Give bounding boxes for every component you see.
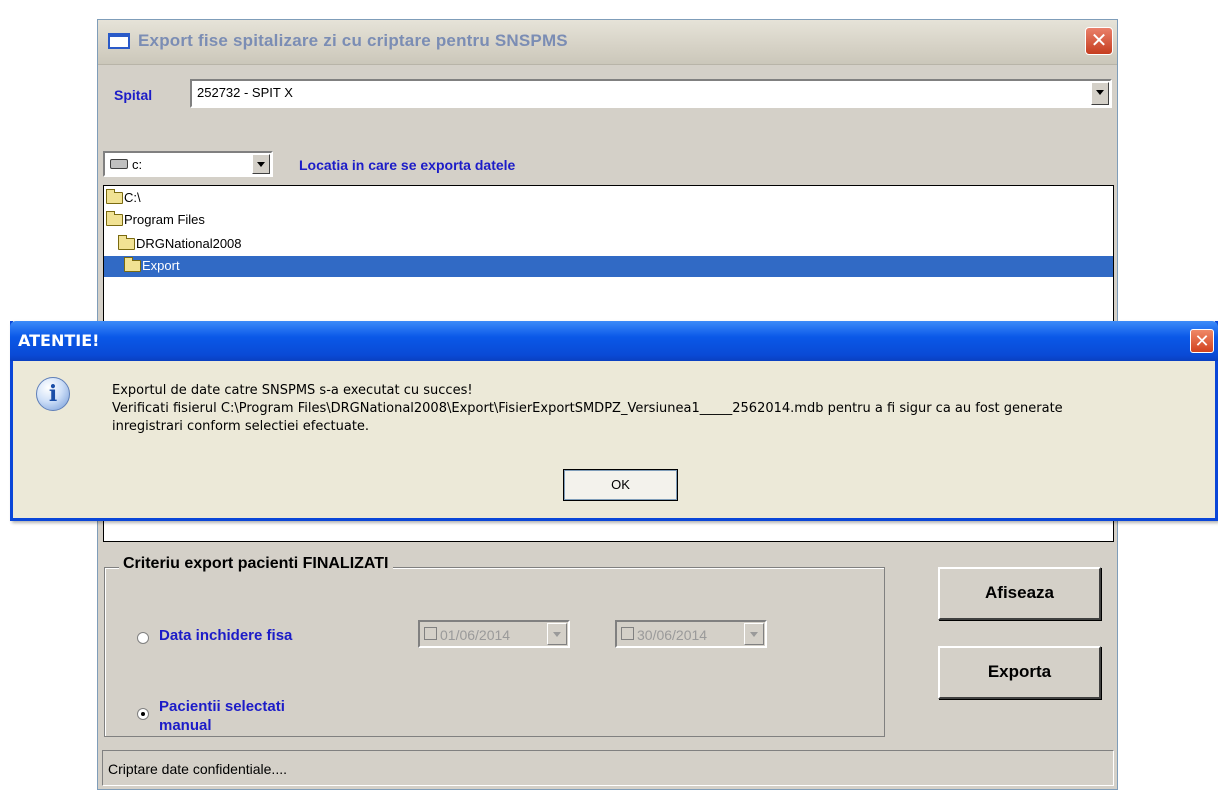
open-folder-icon: [106, 211, 123, 226]
ok-button[interactable]: OK: [563, 469, 678, 501]
date-to-checkbox[interactable]: [621, 627, 634, 640]
info-icon: i: [36, 377, 70, 411]
window-title: Export fise spitalizare zi cu criptare p…: [138, 31, 568, 50]
chevron-down-icon[interactable]: [744, 623, 764, 645]
radio-manual-selection[interactable]: [137, 708, 149, 720]
date-to-value: 30/06/2014: [637, 627, 708, 643]
radio-close-date-label[interactable]: Data inchidere fisa: [159, 627, 292, 644]
date-from-picker[interactable]: 01/06/2014: [418, 620, 570, 648]
dialog-message-line3: inregistrari conform selectiei efectuate…: [112, 419, 370, 434]
dialog-titlebar[interactable]: ATENTIE! ✕: [10, 321, 1218, 361]
radio-manual-label-line1[interactable]: Pacientii selectati: [159, 698, 285, 715]
hospital-label: Spital: [114, 87, 153, 103]
export-location-label: Locatia in care se exporta datele: [299, 157, 516, 173]
main-titlebar[interactable]: Export fise spitalizare zi cu criptare p…: [98, 20, 1117, 65]
open-folder-icon: [124, 257, 141, 272]
drive-select[interactable]: c:: [103, 151, 273, 177]
status-bar: Criptare date confidentiale....: [102, 750, 1114, 786]
drive-select-value: c:: [132, 157, 143, 172]
folder-item-selected[interactable]: Export: [104, 256, 1113, 277]
dialog-message-line1: Exportul de date catre SNSPMS s-a execut…: [112, 383, 473, 398]
date-from-checkbox[interactable]: [424, 627, 437, 640]
criteria-group: Criteriu export pacienti FINALIZATI Data…: [104, 555, 885, 737]
folder-item[interactable]: DRGNational2008: [104, 234, 1113, 255]
dialog-title: ATENTIE!: [18, 331, 100, 350]
chevron-down-icon[interactable]: [252, 154, 270, 174]
folder-item[interactable]: Program Files: [104, 210, 1113, 231]
date-to-picker[interactable]: 30/06/2014: [615, 620, 767, 648]
drive-icon: [110, 159, 128, 169]
dialog-message-line2: Verificati fisierul C:\Program Files\DRG…: [112, 401, 1063, 416]
folder-label: Program Files: [124, 212, 205, 227]
show-button[interactable]: Afiseaza: [938, 567, 1101, 620]
main-close-button[interactable]: ✕: [1085, 27, 1113, 55]
chevron-down-icon[interactable]: [1091, 82, 1109, 105]
dialog-close-button[interactable]: ✕: [1190, 329, 1214, 353]
radio-manual-label-line2[interactable]: manual: [159, 717, 212, 734]
criteria-group-title: Criteriu export pacienti FINALIZATI: [119, 555, 393, 573]
folder-label: C:\: [124, 190, 141, 205]
folder-item[interactable]: C:\: [104, 188, 1113, 209]
hospital-select[interactable]: 252732 - SPIT X: [190, 79, 1112, 108]
folder-label: Export: [142, 258, 180, 273]
window-icon: [108, 33, 130, 49]
hospital-select-value: 252732 - SPIT X: [197, 85, 293, 100]
chevron-down-icon[interactable]: [547, 623, 567, 645]
folder-label: DRGNational2008: [136, 236, 242, 251]
date-from-value: 01/06/2014: [440, 627, 511, 643]
open-folder-icon: [118, 235, 135, 250]
open-folder-icon: [106, 189, 123, 204]
radio-close-date[interactable]: [137, 632, 149, 644]
export-button[interactable]: Exporta: [938, 646, 1101, 699]
message-dialog: ATENTIE! ✕ i Exportul de date catre SNSP…: [10, 321, 1218, 521]
